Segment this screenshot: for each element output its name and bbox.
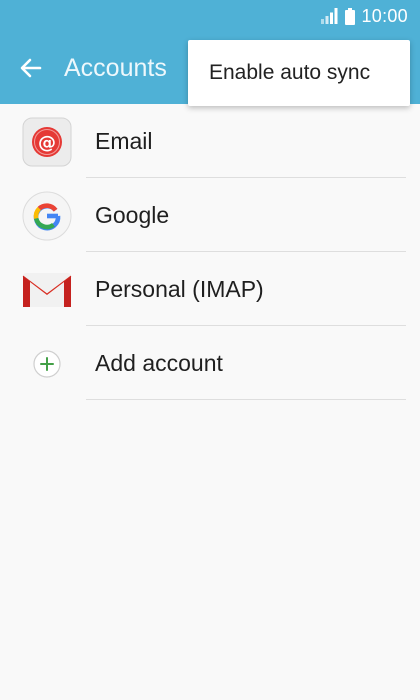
account-label: Google [95,201,170,228]
menu-item-enable-auto-sync[interactable]: Enable auto sync [209,61,370,85]
email-app-icon: @ [22,117,72,167]
status-time: 10:00 [361,5,408,26]
account-label: Add account [95,349,223,376]
add-account-button[interactable]: Add account [0,326,420,400]
svg-text:@: @ [38,133,56,154]
account-item-personal-imap[interactable]: Personal (IMAP) [0,252,420,326]
account-item-email[interactable]: @ Email [0,104,420,178]
google-icon [22,191,72,241]
overflow-menu: Enable auto sync [188,40,410,106]
battery-icon [345,7,356,25]
menu-item-label: Enable auto sync [209,61,371,84]
account-label: Email [95,127,153,154]
gmail-icon [22,265,72,315]
back-arrow-icon [20,58,42,78]
add-icon [22,339,72,389]
account-list: @ Email Google Personal (IMAP) Add accou… [0,104,420,400]
divider [86,399,406,400]
page-title: Accounts [64,53,167,82]
signal-icon [321,8,338,24]
account-item-google[interactable]: Google [0,178,420,252]
back-button[interactable] [0,32,62,104]
status-bar: 10:00 [0,0,420,32]
account-label: Personal (IMAP) [95,275,264,302]
